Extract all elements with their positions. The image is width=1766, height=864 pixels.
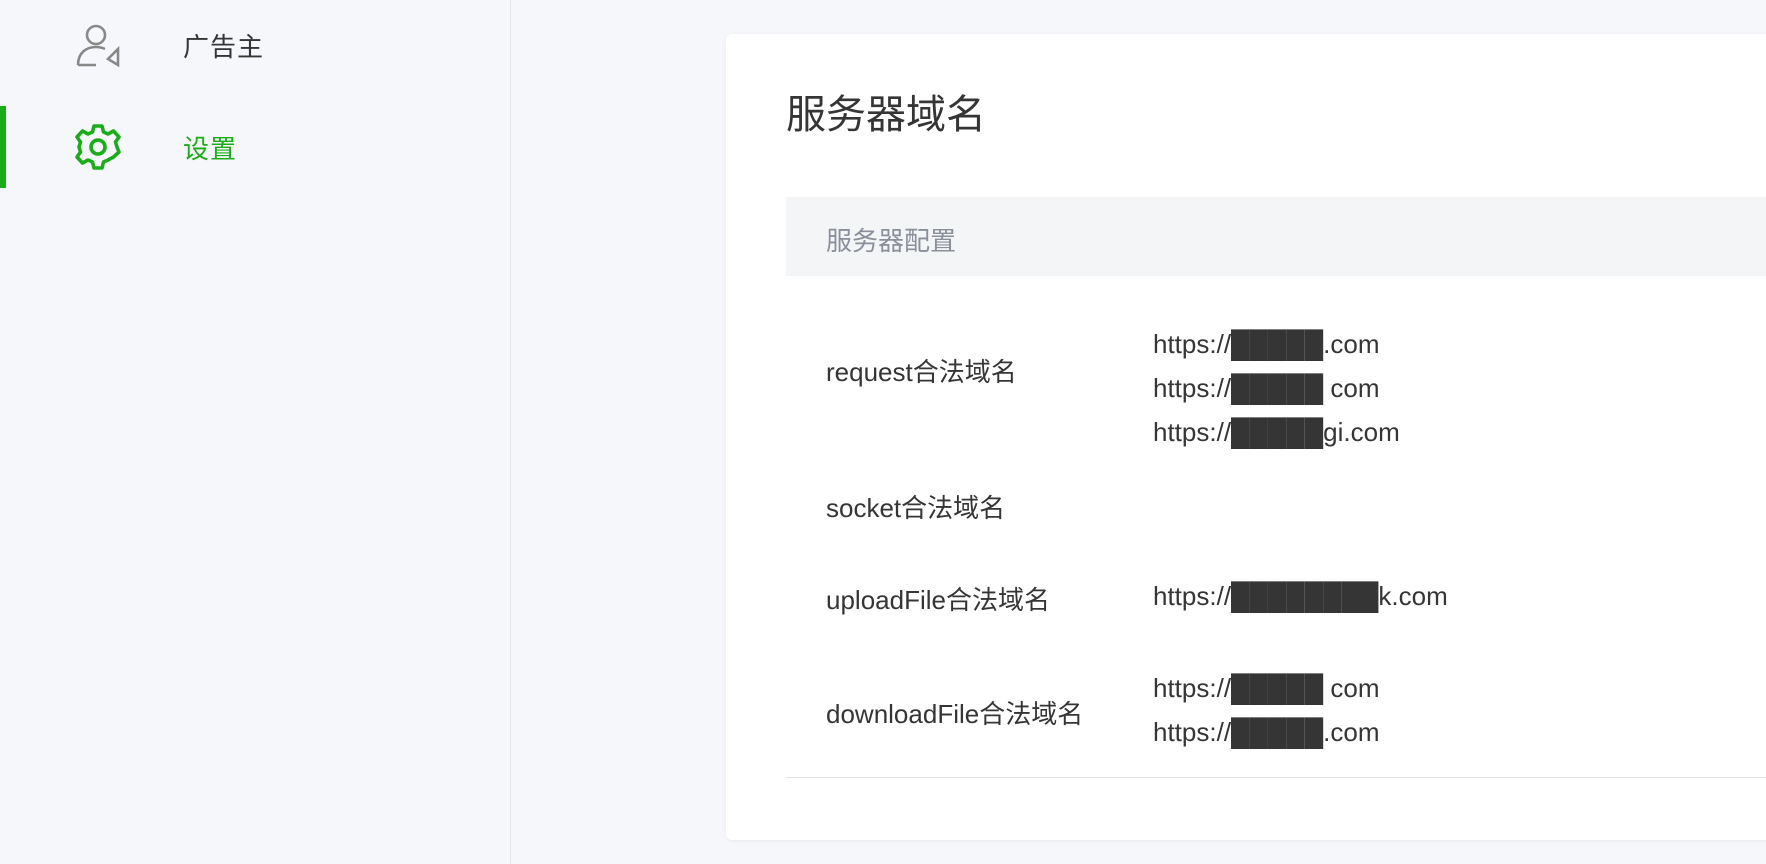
uploadfile-domain-values: https://████████k.com: [1153, 574, 1448, 618]
gear-icon: [74, 123, 122, 171]
sidebar-item-advertiser[interactable]: 广告主: [0, 4, 510, 86]
domain-value: https://████████k.com: [1153, 581, 1448, 611]
sidebar: 广告主 设置: [0, 0, 511, 864]
sidebar-item-label: 设置: [183, 133, 238, 164]
advertiser-icon: [74, 21, 122, 69]
domain-value: https://█████.com: [1153, 717, 1380, 747]
page-title: 服务器域名: [786, 93, 986, 137]
domain-value: https://█████gi.com: [1153, 417, 1400, 447]
server-domain-panel: 服务器域名 服务器配置 request合法域名 https://█████.co…: [726, 34, 1766, 840]
sidebar-item-settings[interactable]: 设置: [0, 106, 510, 188]
domain-value: https://█████.com: [1153, 329, 1380, 359]
request-domain-label: request合法域名: [826, 357, 1017, 387]
section-title: 服务器配置: [826, 226, 957, 256]
request-domain-values: https://█████.com https://█████ com http…: [1153, 322, 1400, 454]
domain-value: https://█████ com: [1153, 373, 1380, 403]
uploadfile-domain-label: uploadFile合法域名: [826, 585, 1050, 615]
divider: [786, 777, 1766, 778]
section-header: 服务器配置: [786, 197, 1766, 276]
sidebar-item-label: 广告主: [183, 31, 265, 62]
downloadfile-domain-values: https://█████ com https://█████.com: [1153, 666, 1379, 754]
domain-value: https://█████ com: [1153, 673, 1380, 703]
active-indicator: [0, 106, 6, 188]
socket-domain-label: socket合法域名: [826, 493, 1006, 523]
downloadfile-domain-label: downloadFile合法域名: [826, 699, 1084, 729]
